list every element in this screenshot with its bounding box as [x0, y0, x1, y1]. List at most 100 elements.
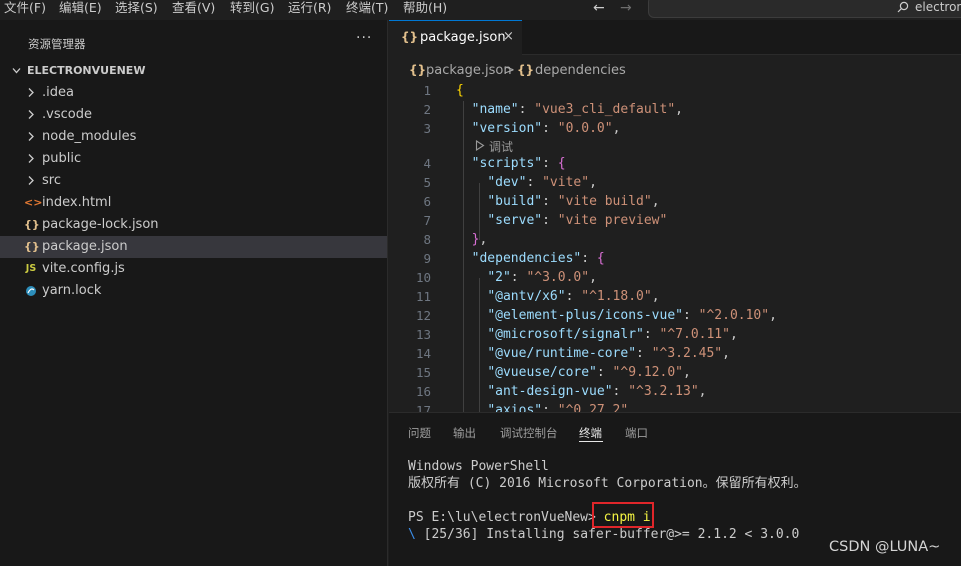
command-center-text: electronV	[915, 0, 961, 14]
menu-edit[interactable]: 编辑(E)	[59, 0, 102, 18]
code-line: 13 "@microsoft/signalr": "^7.0.11",	[389, 325, 961, 344]
code-token: :	[542, 213, 558, 228]
code-token: "@microsoft/signalr"	[487, 327, 644, 342]
arrow-right-icon[interactable]: →	[620, 0, 632, 18]
tree-item-label: package.json	[42, 239, 128, 254]
code-token: {	[596, 251, 605, 266]
code-token: "@vueuse/core"	[487, 365, 597, 380]
code-text: "build": "vite build",	[456, 192, 659, 211]
menu-terminal[interactable]: 终端(T)	[346, 0, 388, 18]
tree-item[interactable]: src	[0, 170, 387, 192]
tree-item[interactable]: {} package-lock.json	[0, 214, 387, 236]
line-number: 4	[423, 156, 431, 171]
code-text: },	[456, 230, 488, 249]
code-line: 14 "@vue/runtime-core": "^3.2.45",	[389, 344, 961, 363]
code-text: "@element-plus/icons-vue": "^2.0.10",	[456, 306, 777, 325]
tree-item-label: src	[42, 173, 61, 188]
codelens-label: 调试	[489, 140, 514, 154]
line-number: 15	[415, 365, 431, 380]
menu-go[interactable]: 转到(G)	[230, 0, 274, 18]
tree-item[interactable]: JS vite.config.js	[0, 258, 387, 280]
code-token: :	[542, 194, 558, 209]
tab-ports[interactable]: 端口	[625, 425, 648, 441]
line-number: 2	[423, 102, 431, 117]
code-token: :	[518, 102, 535, 117]
close-icon[interactable]: ×	[503, 29, 514, 44]
more-actions-icon[interactable]: ···	[356, 30, 372, 46]
code-token: "^7.0.11"	[659, 327, 730, 342]
tab-problems[interactable]: 问题	[408, 425, 431, 441]
code-token: ,	[769, 308, 777, 323]
menu-run[interactable]: 运行(R)	[288, 0, 331, 18]
tree-item[interactable]: {} package.json	[0, 236, 387, 258]
code-token: :	[565, 289, 582, 304]
code-line: 16 "ant-design-vue": "^3.2.13",	[389, 382, 961, 401]
line-number: 6	[423, 194, 431, 209]
code-token: ,	[589, 270, 597, 285]
tab-package-json[interactable]: {} package.json ×	[389, 20, 522, 55]
tree-item-label: node_modules	[42, 129, 137, 144]
chevron-right-icon	[28, 110, 34, 119]
breadcrumb-file[interactable]: package.json	[426, 63, 512, 78]
code-token: "0.0.0"	[557, 121, 613, 136]
chevron-right-icon	[28, 132, 34, 141]
line-number: 8	[423, 232, 431, 247]
line-number: 7	[423, 213, 431, 228]
code-token: "^1.18.0"	[581, 289, 652, 304]
menu-help[interactable]: 帮助(H)	[403, 0, 447, 18]
code-token: "build"	[487, 194, 543, 209]
json-file-icon: {}	[409, 63, 427, 77]
code-token: :	[596, 365, 613, 380]
line-number: 10	[415, 270, 431, 285]
code-token: :	[542, 121, 558, 136]
breadcrumb-node[interactable]: dependencies	[535, 63, 626, 78]
menu-file[interactable]: 文件(F)	[4, 0, 46, 18]
arrow-left-icon[interactable]: ←	[593, 0, 605, 18]
tree-item-label: index.html	[42, 195, 112, 210]
tab-terminal[interactable]: 终端	[579, 425, 602, 441]
code-line: 11 "@antv/x6": "^1.18.0",	[389, 287, 961, 306]
code-text: "version": "0.0.0",	[456, 119, 621, 138]
code-text: "dev": "vite",	[456, 173, 597, 192]
tree-item[interactable]: .vscode	[0, 104, 387, 126]
code-token: "vue3_cli_default"	[534, 102, 676, 117]
active-tab-indicator	[579, 441, 603, 442]
tree-item[interactable]: <> index.html	[0, 192, 387, 214]
command-center[interactable]: electronV	[648, 0, 961, 18]
menu-view[interactable]: 查看(V)	[172, 0, 215, 18]
line-number: 16	[415, 384, 431, 399]
code-token: ,	[683, 365, 691, 380]
code-editor[interactable]: 调试 1{2 "name": "vue3_cli_default", 3 "ver…	[389, 82, 961, 412]
code-text: "dependencies": {	[456, 249, 605, 268]
line-number: 13	[415, 327, 431, 342]
tree-item[interactable]: public	[0, 148, 387, 170]
code-token: "@antv/x6"	[487, 289, 566, 304]
code-line: 2 "name": "vue3_cli_default",	[389, 100, 961, 119]
tree-item-label: package-lock.json	[42, 217, 159, 232]
workspace-folder-header[interactable]: ELECTRONVUENEW	[0, 60, 387, 82]
tab-output[interactable]: 输出	[453, 425, 476, 441]
code-token: "^0.27.2"	[557, 403, 629, 412]
tree-item[interactable]: yarn.lock	[0, 280, 387, 302]
code-token: :	[526, 175, 543, 190]
code-line: 7 "serve": "vite preview"	[389, 211, 961, 230]
watermark: CSDN @LUNA~	[829, 539, 941, 555]
code-token: ,	[628, 403, 637, 412]
tree-item[interactable]: node_modules	[0, 126, 387, 148]
menu-selection[interactable]: 选择(S)	[115, 0, 158, 18]
tree-item[interactable]: .idea	[0, 82, 387, 104]
tab-debug-console[interactable]: 调试控制台	[500, 425, 558, 441]
tree-item-label: vite.config.js	[42, 261, 125, 276]
code-text: {	[456, 82, 464, 100]
code-line: 8 },	[389, 230, 961, 249]
code-token: ,	[698, 384, 707, 399]
workspace-folder-name: ELECTRONVUENEW	[27, 64, 146, 77]
